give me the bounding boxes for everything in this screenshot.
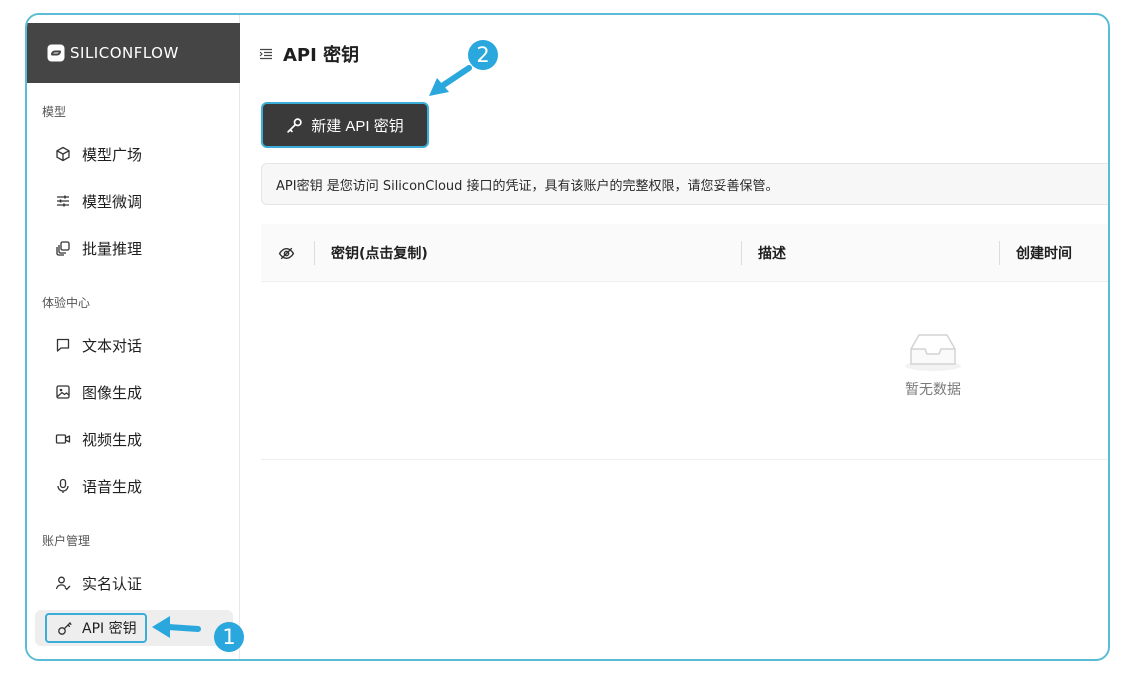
column-header-key: 密钥(点击复制) bbox=[331, 246, 428, 262]
brand-header[interactable]: SILICONFLOW bbox=[27, 23, 240, 83]
main-content: API 密钥 新建 API 密钥 API密钥 是您访问 SiliconCloud… bbox=[241, 15, 1108, 659]
page-header: API 密钥 bbox=[259, 41, 359, 67]
column-separator bbox=[314, 241, 315, 265]
empty-state: 暂无数据 bbox=[901, 331, 965, 399]
app-window: SILICONFLOW 模型 模型广场 模型微调 批量推理 体验中心 文本对话 … bbox=[25, 13, 1110, 661]
table-bottom-border bbox=[261, 459, 1108, 460]
sidebar: SILICONFLOW 模型 模型广场 模型微调 批量推理 体验中心 文本对话 … bbox=[27, 15, 240, 659]
sidebar-item-label: 模型广场 bbox=[82, 145, 143, 164]
section-title-playground: 体验中心 bbox=[42, 296, 91, 310]
sidebar-item-label: 文本对话 bbox=[82, 336, 143, 355]
sidebar-item-video-gen[interactable]: 视频生成 bbox=[35, 421, 233, 457]
sidebar-item-voice-gen[interactable]: 语音生成 bbox=[35, 468, 233, 504]
cube-icon bbox=[55, 146, 71, 162]
microphone-icon bbox=[55, 478, 71, 494]
sidebar-item-fine-tune[interactable]: 模型微调 bbox=[35, 183, 233, 219]
page-title: API 密钥 bbox=[283, 45, 360, 66]
section-title-models: 模型 bbox=[42, 105, 67, 119]
annotation-arrow-2 bbox=[429, 65, 472, 96]
new-api-key-button[interactable]: 新建 API 密钥 bbox=[261, 102, 429, 148]
siliconflow-logo-icon bbox=[47, 44, 65, 62]
section-title-account: 账户管理 bbox=[42, 534, 91, 548]
annotation-badge-1: 1 bbox=[214, 622, 244, 652]
sidebar-item-label: 批量推理 bbox=[82, 239, 143, 258]
key-icon bbox=[286, 117, 303, 134]
sidebar-item-batch-inference[interactable]: 批量推理 bbox=[35, 230, 233, 266]
sidebar-item-model-square[interactable]: 模型广场 bbox=[35, 136, 233, 172]
image-icon bbox=[55, 384, 71, 400]
video-camera-icon bbox=[55, 431, 71, 447]
empty-inbox-icon bbox=[905, 334, 961, 371]
sidebar-item-label: 实名认证 bbox=[82, 574, 143, 593]
empty-text: 暂无数据 bbox=[905, 382, 961, 398]
notice-banner: API密钥 是您访问 SiliconCloud 接口的凭证，具有该账户的完整权限… bbox=[261, 163, 1108, 205]
layers-icon bbox=[55, 240, 71, 256]
new-api-key-label: 新建 API 密钥 bbox=[311, 117, 404, 135]
sidebar-item-label: 模型微调 bbox=[82, 192, 143, 211]
eye-off-icon bbox=[278, 247, 295, 259]
column-separator bbox=[741, 241, 742, 265]
chat-bubble-icon bbox=[55, 337, 71, 353]
user-check-icon bbox=[55, 575, 71, 591]
key-icon bbox=[57, 620, 73, 636]
sidebar-item-verification[interactable]: 实名认证 bbox=[35, 565, 233, 601]
sidebar-item-text-chat[interactable]: 文本对话 bbox=[35, 327, 233, 363]
notice-text: API密钥 是您访问 SiliconCloud 接口的凭证，具有该账户的完整权限… bbox=[276, 178, 779, 194]
column-header-description: 描述 bbox=[758, 246, 786, 262]
annotation-badge-2: 2 bbox=[468, 40, 498, 70]
column-header-created: 创建时间 bbox=[1016, 246, 1072, 262]
sidebar-item-api-keys[interactable]: API 密钥 bbox=[35, 610, 233, 646]
brand-name: SILICONFLOW bbox=[70, 44, 179, 62]
sidebar-item-image-gen[interactable]: 图像生成 bbox=[35, 374, 233, 410]
table-header: 密钥(点击复制) 描述 创建时间 bbox=[261, 224, 1108, 282]
sidebar-item-label: 语音生成 bbox=[82, 477, 143, 496]
sidebar-item-label: 视频生成 bbox=[82, 430, 143, 449]
column-separator bbox=[999, 241, 1000, 265]
sidebar-item-label: API 密钥 bbox=[82, 621, 137, 637]
visibility-toggle[interactable] bbox=[278, 224, 295, 282]
active-highlight-box: API 密钥 bbox=[45, 613, 147, 643]
menu-fold-icon[interactable] bbox=[259, 47, 273, 61]
sidebar-item-label: 图像生成 bbox=[82, 383, 143, 402]
sliders-icon bbox=[55, 193, 71, 209]
annotation-arrow-1 bbox=[152, 616, 201, 638]
